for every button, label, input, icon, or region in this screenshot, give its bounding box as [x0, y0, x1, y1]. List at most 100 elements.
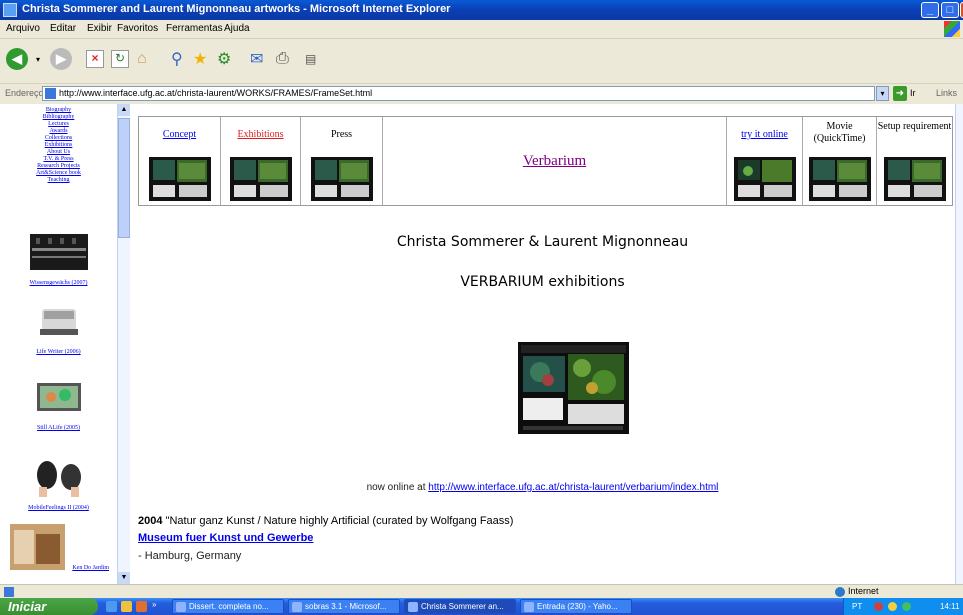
work-caption[interactable]: Still ALife (2005) [0, 425, 117, 431]
menu-ajuda[interactable]: Ajuda [224, 23, 250, 34]
page-status-icon [4, 587, 14, 597]
nav-teaching[interactable]: Teaching [0, 177, 117, 184]
window-title: Christa Sommerer and Laurent Mignonneau … [22, 3, 451, 15]
menu-favoritos[interactable]: Favoritos [117, 23, 158, 34]
exhibition-entry: 2004 "Natur ganz Kunst / Nature highly A… [138, 515, 513, 527]
mail-button[interactable]: ✉ [250, 47, 263, 71]
search-icon: ⚲ [171, 51, 183, 68]
work-item[interactable]: MobileFeelings II (2004) [0, 447, 117, 511]
concept-link[interactable]: Concept [139, 129, 220, 140]
print-button[interactable]: ⎙ [276, 47, 289, 71]
quicklaunch-media-icon[interactable] [136, 601, 147, 612]
edit-button[interactable]: ▤ [305, 47, 316, 71]
work-item[interactable]: Still ALife (2005) [0, 375, 117, 431]
nav-cell-press[interactable]: Press [301, 117, 383, 205]
menu-ferramentas[interactable]: Ferramentas [166, 23, 223, 34]
tray-icon[interactable] [888, 602, 897, 611]
search-button[interactable]: ⚲ [171, 47, 183, 71]
nav-research-projects[interactable]: Research Projects [0, 163, 117, 170]
language-indicator[interactable]: PT [852, 602, 862, 611]
work-thumbnail [10, 524, 65, 570]
nav-cell-movie[interactable]: Movie (QuickTime) [803, 117, 877, 205]
address-dropdown[interactable]: ▾ [876, 86, 889, 101]
try-online-link[interactable]: try it online [727, 129, 802, 140]
scroll-up-button[interactable]: ▲ [118, 104, 130, 116]
address-label: Endereço [5, 88, 44, 98]
press-thumbnail[interactable] [310, 157, 373, 201]
exhibitions-thumbnail[interactable] [229, 157, 292, 201]
home-button[interactable]: ⌂ [137, 47, 147, 71]
verbarium-online-link[interactable]: http://www.interface.ufg.ac.at/christa-l… [428, 482, 718, 493]
address-input[interactable]: http://www.interface.ufg.ac.at/christa-l… [42, 86, 875, 101]
quicklaunch-folder-icon[interactable] [121, 601, 132, 612]
left-nav-frame: Biography Bibliography Lectures Awards C… [0, 104, 117, 584]
movie-label: Movie (QuickTime) [813, 121, 866, 144]
go-button[interactable]: ➜ [893, 86, 907, 101]
favorites-icon: ★ [193, 51, 208, 68]
start-button[interactable]: Iniciar [0, 598, 98, 615]
artists-heading: Christa Sommerer & Laurent Mignonneau [396, 234, 689, 250]
try-online-thumbnail[interactable] [733, 157, 796, 201]
nav-cell-exhibitions[interactable]: Exhibitions [221, 117, 301, 205]
setup-thumbnail[interactable] [883, 157, 946, 201]
section-nav-table: Concept Exhibitions Press Verbarium try … [138, 116, 953, 206]
taskbar-item[interactable]: sobras 3.1 - Microsof... [288, 599, 400, 614]
start-label: Iniciar [8, 599, 47, 614]
concept-thumbnail[interactable] [148, 157, 211, 201]
favorites-button[interactable]: ★ [193, 47, 207, 71]
work-caption[interactable]: Wissensgewächs (2007) [0, 280, 117, 286]
nav-about-us[interactable]: About Us [0, 149, 117, 156]
menu-exibir[interactable]: Exibir [87, 23, 112, 34]
work-caption[interactable]: Life Writer (2006) [0, 349, 117, 355]
exhibition-venue-link[interactable]: Museum fuer Kunst und Gewerbe [138, 532, 313, 544]
refresh-button[interactable]: ↻ [111, 47, 129, 71]
edit-icon: ▤ [305, 52, 317, 66]
nav-awards[interactable]: Awards [0, 128, 117, 135]
quicklaunch-chevron-icon[interactable]: » [152, 600, 156, 609]
work-item[interactable]: Life Writer (2006) [0, 299, 117, 355]
back-button[interactable]: ◀ [6, 47, 28, 71]
work-item[interactable]: Wissensgewächs (2007) [0, 230, 117, 286]
address-url: http://www.interface.ufg.ac.at/christa-l… [59, 88, 373, 98]
taskbar-item-active[interactable]: Christa Sommerer an... [404, 599, 516, 614]
minimize-button[interactable]: _ [921, 2, 939, 18]
exhibitions-link[interactable]: Exhibitions [221, 129, 300, 140]
taskbar-item[interactable]: Dissert. completa no... [172, 599, 284, 614]
scroll-thumb[interactable] [118, 118, 130, 238]
taskbar-item[interactable]: Entrada (230) - Yaho... [520, 599, 632, 614]
nav-cell-setup[interactable]: Setup requirement [877, 117, 952, 205]
nav-bibliography[interactable]: Bibliography [0, 114, 117, 121]
internet-zone-icon [835, 587, 845, 597]
nav-collections[interactable]: Collections [0, 135, 117, 142]
tray-icon[interactable] [874, 602, 883, 611]
main-scrollbar[interactable] [955, 104, 963, 584]
print-icon: ⎙ [276, 50, 289, 67]
nav-biography[interactable]: Biography [0, 107, 117, 114]
forward-button[interactable]: ▶ [50, 47, 72, 71]
stop-button[interactable]: × [86, 47, 104, 71]
nav-cell-try-online[interactable]: try it online [727, 117, 803, 205]
nav-exhibitions[interactable]: Exhibitions [0, 142, 117, 149]
movie-thumbnail[interactable] [808, 157, 871, 201]
work-caption[interactable]: MobileFeelings II (2004) [0, 505, 117, 511]
go-label[interactable]: Ir [910, 88, 916, 98]
tray-icon[interactable] [902, 602, 911, 611]
left-scrollbar[interactable]: ▲ ▼ [117, 104, 130, 584]
nav-tv-press[interactable]: T.V. & Press [0, 156, 117, 163]
quicklaunch-ie-icon[interactable] [106, 601, 117, 612]
history-button[interactable]: ⚙ [217, 47, 231, 71]
back-dropdown[interactable]: ▾ [36, 47, 40, 71]
nav-cell-concept[interactable]: Concept [139, 117, 221, 205]
maximize-button[interactable]: □ [941, 2, 959, 18]
links-label[interactable]: Links [936, 88, 957, 98]
nav-lectures[interactable]: Lectures [0, 121, 117, 128]
verbarium-link[interactable]: Verbarium [383, 153, 726, 170]
nav-art-science-book[interactable]: Art&Science book [0, 170, 117, 177]
main-frame: Concept Exhibitions Press Verbarium try … [130, 104, 955, 584]
work-item[interactable]: Ken Do Jardim [0, 524, 117, 571]
scroll-down-button[interactable]: ▼ [118, 572, 130, 584]
menu-bar: Arquivo Editar Exibir Favoritos Ferramen… [0, 20, 963, 39]
menu-arquivo[interactable]: Arquivo [6, 23, 40, 34]
menu-editar[interactable]: Editar [50, 23, 76, 34]
verbarium-screenshot [518, 342, 629, 434]
